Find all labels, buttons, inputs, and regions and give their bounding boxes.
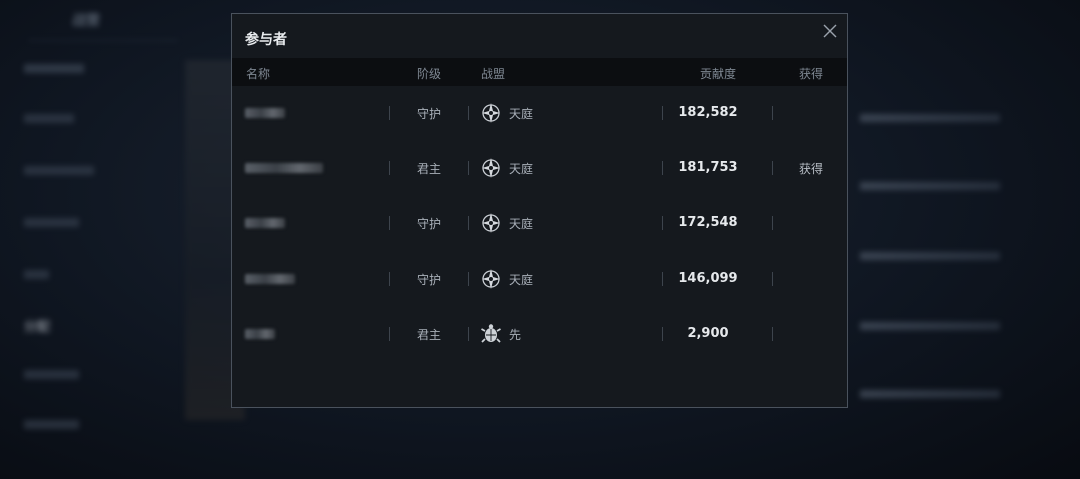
contribution-value: 146,099 (678, 271, 738, 286)
column-divider (389, 161, 390, 175)
background-list-row (856, 178, 1056, 192)
background-list-row (856, 110, 1056, 124)
modal-header: 参与者 (232, 14, 847, 58)
alliance-name: 先 (509, 328, 522, 342)
background-sidebar-item (24, 64, 84, 73)
participants-modal: 参与者 名称 阶级 战盟 贡献度 获得 守护 天庭 182,582 君主 天庭 … (231, 13, 848, 408)
table-row: 守护 天庭 172,548 (232, 196, 847, 251)
background-list-row (856, 318, 1056, 332)
turtle-emblem-icon (481, 324, 501, 343)
obtained-label: 获得 (799, 162, 824, 176)
table-row: 君主 天庭 181,753 获得 (232, 141, 847, 196)
star-compass-emblem-icon (482, 269, 500, 289)
star-compass-emblem-icon (482, 158, 500, 178)
background-sidebar-item (24, 218, 79, 227)
star-compass-emblem-icon (482, 103, 500, 123)
player-rank: 守护 (417, 217, 442, 231)
column-header-name: 名称 (246, 67, 271, 81)
alliance-name: 天庭 (509, 162, 534, 176)
column-divider (389, 272, 390, 286)
table-row: 君主 先 2,900 (232, 307, 847, 362)
background-list-row (856, 248, 1056, 262)
column-divider (468, 216, 469, 230)
table-row: 守护 天庭 182,582 (232, 86, 847, 141)
player-rank: 君主 (417, 162, 442, 176)
column-divider (389, 216, 390, 230)
column-divider (468, 161, 469, 175)
column-divider (389, 106, 390, 120)
player-name-blurred (245, 274, 295, 284)
column-divider (772, 161, 773, 175)
background-sidebar-item (24, 420, 79, 429)
column-divider (468, 272, 469, 286)
close-icon (823, 24, 837, 38)
column-divider (772, 327, 773, 341)
player-name-blurred (245, 218, 285, 228)
column-divider (772, 106, 773, 120)
column-divider (468, 327, 469, 341)
alliance-name: 天庭 (509, 107, 534, 121)
background-sidebar-item (24, 166, 94, 175)
alliance-name: 天庭 (509, 217, 534, 231)
column-divider (772, 216, 773, 230)
column-header-obtained: 获得 (799, 67, 824, 81)
background-list-row (856, 386, 1056, 400)
contribution-value: 172,548 (678, 215, 738, 230)
background-sidebar-item (24, 270, 49, 279)
close-button[interactable] (821, 22, 839, 40)
contribution-value: 2,900 (687, 326, 729, 341)
background-tab: 战营 (72, 13, 100, 29)
player-name-blurred (245, 108, 285, 118)
column-header-contribution: 贡献度 (700, 67, 737, 81)
background-sidebar-item (24, 370, 79, 379)
table-row: 守护 天庭 146,099 (232, 252, 847, 307)
player-rank: 君主 (417, 328, 442, 342)
contribution-value: 182,582 (678, 105, 738, 120)
player-rank: 守护 (417, 107, 442, 121)
column-divider (772, 272, 773, 286)
column-header-alliance: 战盟 (481, 67, 506, 81)
player-rank: 守护 (417, 273, 442, 287)
modal-title: 参与者 (245, 32, 287, 48)
background-tab-underline (28, 40, 178, 41)
column-divider (389, 327, 390, 341)
background-sidebar-active: 分配 (24, 320, 51, 335)
contribution-value: 181,753 (678, 160, 738, 175)
player-name-blurred (245, 163, 323, 173)
table-header: 名称 阶级 战盟 贡献度 获得 (232, 58, 847, 86)
column-header-rank: 阶级 (417, 67, 442, 81)
alliance-name: 天庭 (509, 273, 534, 287)
column-divider (468, 106, 469, 120)
star-compass-emblem-icon (482, 213, 500, 233)
background-sidebar-item (24, 114, 74, 123)
player-name-blurred (245, 329, 275, 339)
